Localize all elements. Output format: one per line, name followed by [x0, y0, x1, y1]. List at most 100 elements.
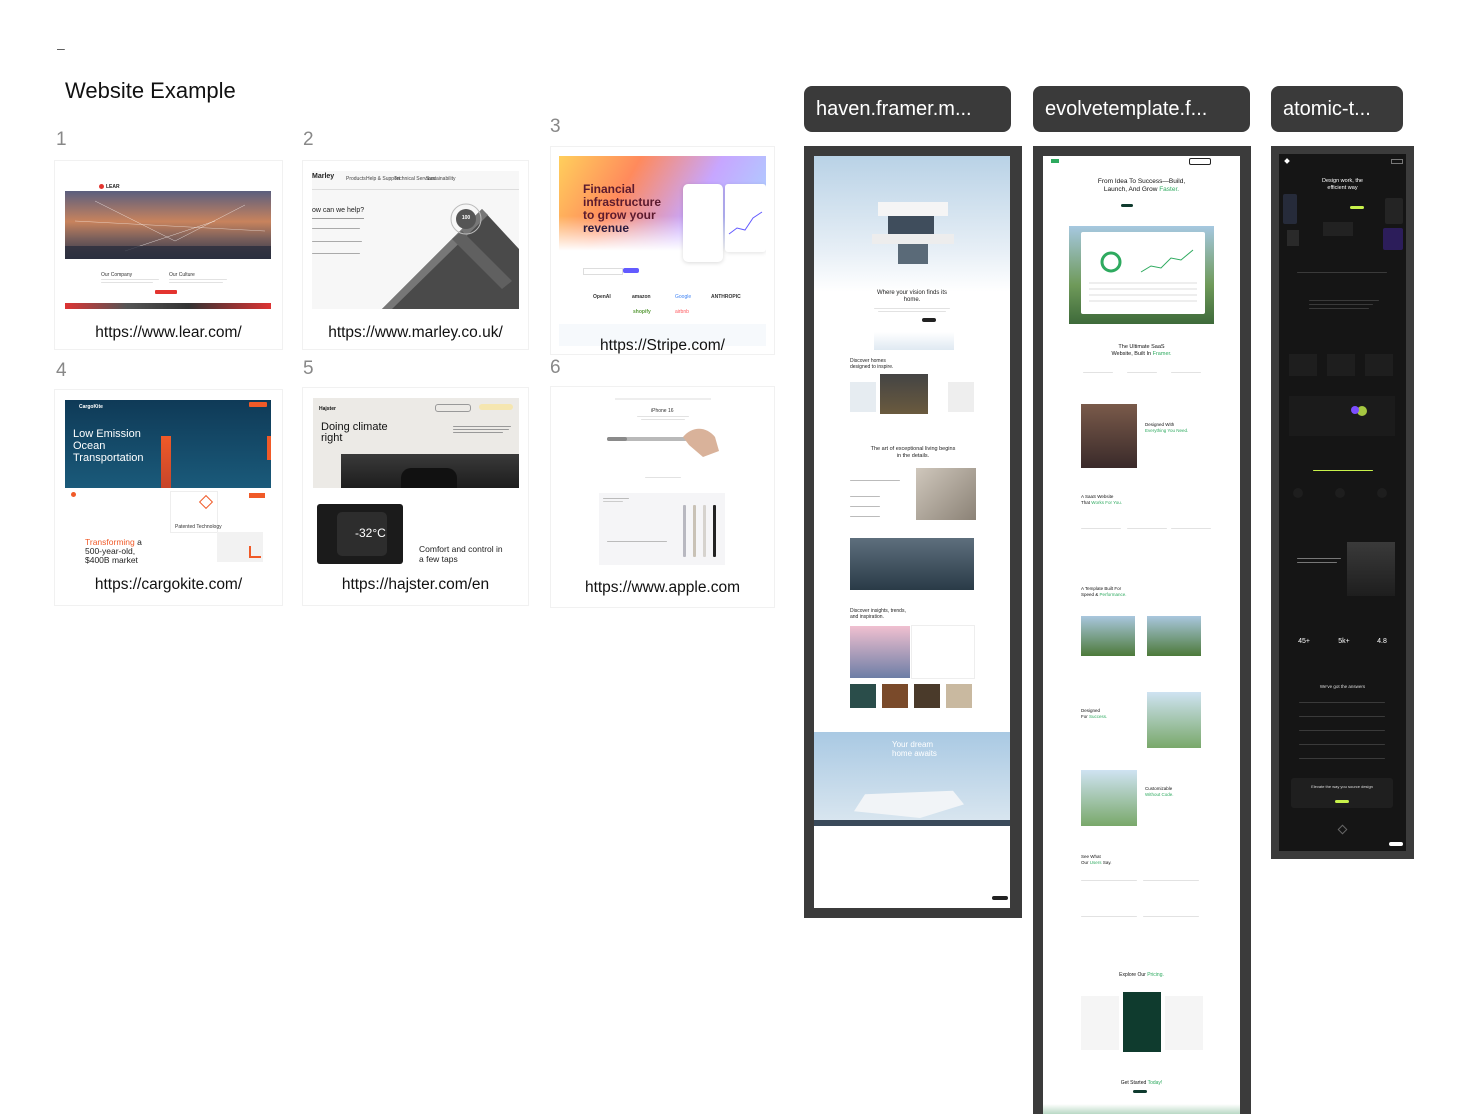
- evolve-s1b: Website, Built In: [1111, 350, 1152, 357]
- hajster-headline-2: right: [321, 432, 343, 444]
- logo-airbnb: airbnb: [675, 309, 689, 315]
- evolve-s4b: Speed &: [1081, 591, 1099, 597]
- card-number: 6: [550, 357, 561, 378]
- frame-label-atomic[interactable]: atomic-t...: [1271, 86, 1403, 132]
- stripe-headline-4: revenue: [583, 221, 630, 235]
- atomic-stat-3: 4.8: [1377, 638, 1387, 645]
- stripe-screenshot: Financial infrastructure to grow your re…: [559, 156, 766, 346]
- atomic-faq-title: We've got the answers: [1319, 684, 1366, 689]
- logo-google: Google: [675, 294, 692, 300]
- evolve-s3-accent: Works For You.: [1091, 499, 1122, 505]
- logo-openai: OpenAI: [593, 294, 611, 300]
- haven-cta-1: Your dream: [892, 740, 934, 749]
- card-url[interactable]: https://cargokite.com/: [55, 576, 282, 594]
- evolve-s8-accent: Pricing.: [1147, 972, 1164, 978]
- card-number: 1: [56, 129, 67, 150]
- stripe-phone-mock: [683, 184, 723, 262]
- section-title[interactable]: Website Example: [65, 78, 236, 104]
- cargokite-headline-2: Ocean: [73, 440, 106, 452]
- evolve-dashboard-image: [1069, 226, 1214, 324]
- cargokite-logo: CargoKite: [79, 404, 103, 410]
- cargokite-screenshot: CargoKite Low Emission Ocean Transportat…: [65, 400, 271, 566]
- evolve-s6-accent: Without Code.: [1145, 791, 1174, 797]
- cargokite-headline-1: Low Emission: [73, 428, 141, 440]
- frame-atomic[interactable]: Design work, the efficient way 45+ 5k+ 4…: [1271, 146, 1414, 859]
- frame-label-haven[interactable]: haven.framer.m...: [804, 86, 1011, 132]
- haven-section-2: The art of exceptional living begins in …: [870, 446, 956, 459]
- cargokite-tail: a: [137, 537, 142, 547]
- evolve-s7-accent: Users: [1089, 859, 1102, 865]
- evolve-s8: Explore Our: [1119, 972, 1146, 978]
- card-number: 5: [303, 358, 314, 379]
- evolve-page: From Idea To Success—Build, Launch, And …: [1043, 156, 1240, 1114]
- minimize-indicator[interactable]: –: [57, 40, 65, 56]
- website-card-stripe[interactable]: Financial infrastructure to grow your re…: [551, 147, 774, 354]
- haven-section-1: Discover homes designed to inspire.: [850, 358, 894, 370]
- lear-logo: LEAR: [106, 184, 120, 190]
- card-url[interactable]: https://Stripe.com/: [551, 337, 774, 355]
- haven-hero-title: Where your vision finds its home.: [876, 290, 948, 303]
- atomic-hero-2: efficient way: [1327, 184, 1358, 191]
- evolve-hero-1: From Idea To Success—Build,: [1097, 178, 1186, 185]
- hajster-caption-1: Comfort and control in: [419, 544, 503, 554]
- evolve-s7b: Our: [1081, 859, 1089, 865]
- evolve-s2-accent: Everything You Need.: [1145, 427, 1189, 433]
- marley-roof-image: [382, 203, 519, 309]
- evolve-s1-accent: Framer.: [1152, 350, 1172, 357]
- lear-left-text: Our Company: [101, 272, 133, 278]
- atomic-stat-1: 45+: [1298, 638, 1310, 645]
- frame-evolve[interactable]: From Idea To Success—Build, Launch, And …: [1033, 146, 1251, 1114]
- card-url[interactable]: https://www.apple.com: [551, 579, 774, 597]
- card-number: 2: [303, 129, 314, 150]
- hajster-caption-2: a few taps: [419, 554, 458, 564]
- card-url[interactable]: https://www.lear.com/: [55, 324, 282, 342]
- lear-screenshot: LEAR Our Company Our Culture: [65, 171, 271, 309]
- atomic-page: Design work, the efficient way 45+ 5k+ 4…: [1279, 154, 1406, 851]
- card-number: 3: [550, 116, 561, 137]
- atomic-stat-2: 5k+: [1338, 638, 1350, 645]
- haven-house-image: [872, 202, 954, 264]
- hajster-logo: Hajster: [319, 406, 336, 412]
- card-number: 4: [56, 360, 67, 381]
- marley-badge: 100: [461, 215, 471, 221]
- website-card-hajster[interactable]: Hajster Doing climate right -32°C Comfor…: [303, 388, 528, 605]
- lear-right-text: Our Culture: [169, 272, 195, 278]
- haven-page: Where your vision finds its home. Discov…: [814, 156, 1010, 908]
- website-card-lear[interactable]: LEAR Our Company Our Culture https://www…: [55, 161, 282, 349]
- marley-nav-item: Products: [346, 176, 366, 182]
- haven-cta-2: home awaits: [892, 749, 937, 758]
- evolve-s5b: For: [1081, 713, 1088, 719]
- evolve-s3b: That: [1081, 499, 1091, 505]
- hajster-heat-pump-image: [341, 454, 519, 488]
- cargokite-line-3: $400B market: [85, 555, 138, 565]
- frame-haven[interactable]: Where your vision finds its home. Discov…: [804, 146, 1022, 918]
- apple-caption: iPhone 16: [651, 408, 674, 414]
- card-url[interactable]: https://hajster.com/en: [303, 576, 528, 594]
- lear-hero-image: [65, 191, 271, 259]
- marley-screenshot: Marley Products Help & Support Technical…: [312, 171, 519, 309]
- website-card-apple[interactable]: iPhone 16 https://www.apple.com: [551, 387, 774, 607]
- evolve-s4-accent: Performance.: [1099, 591, 1127, 597]
- hajster-temp: -32°C: [355, 526, 386, 540]
- evolve-hero-2: Launch, And Grow: [1103, 185, 1158, 193]
- evolve-s7c: Say.: [1102, 859, 1112, 865]
- cargokite-headline-3: Transportation: [73, 452, 144, 464]
- hajster-thermostat-image: -32°C: [317, 504, 403, 564]
- marley-nav-item: Sustainability: [426, 176, 456, 182]
- logo-amazon: amazon: [632, 294, 651, 300]
- card-url[interactable]: https://www.marley.co.uk/: [303, 324, 528, 342]
- evolve-s5-accent: Success.: [1089, 713, 1108, 719]
- apple-screenshot: iPhone 16: [597, 395, 727, 567]
- website-card-marley[interactable]: Marley Products Help & Support Technical…: [303, 161, 528, 349]
- frame-label-evolve[interactable]: evolvetemplate.f...: [1033, 86, 1250, 132]
- ship-image: [161, 436, 171, 488]
- iphone-image: [607, 428, 719, 457]
- marley-logo: Marley: [312, 173, 335, 180]
- evolve-s6: Customizable: [1145, 786, 1173, 791]
- hajster-screenshot: Hajster Doing climate right -32°C Comfor…: [313, 398, 519, 566]
- haven-home-card: [880, 374, 928, 414]
- logo-anthropic: ANTHROPIC: [711, 294, 741, 300]
- cargokite-tile-label: Patented Technology: [175, 524, 222, 530]
- haven-interior-image: [850, 538, 974, 590]
- website-card-cargokite[interactable]: CargoKite Low Emission Ocean Transportat…: [55, 390, 282, 605]
